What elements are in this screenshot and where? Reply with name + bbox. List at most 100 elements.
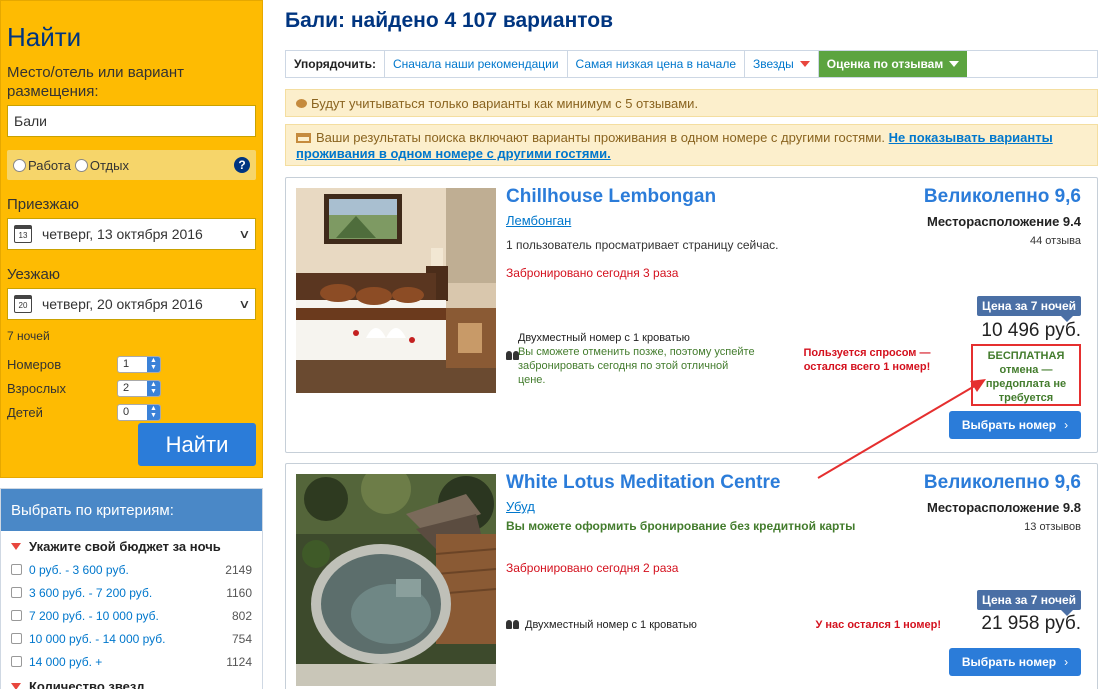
budget-option[interactable]: 0 руб. - 3 600 руб. 2149	[1, 558, 262, 581]
chevron-down-icon: ∨	[238, 297, 251, 311]
min-reviews-text: Будут учитываться только варианты как ми…	[311, 95, 699, 111]
shared-room-notice: Ваши результаты поиска включают варианты…	[285, 124, 1098, 166]
chevron-down-icon: ∨	[238, 227, 251, 241]
hotel-name-link[interactable]: Chillhouse Lembongan	[506, 186, 716, 208]
children-select[interactable]: 0 ▲ ▼	[117, 403, 161, 421]
destination-label: Место/отель или вариант размещения:	[7, 64, 185, 100]
speech-bubble-icon	[296, 98, 307, 108]
two-people-icon	[506, 620, 520, 630]
search-panel: Найти Место/отель или вариант размещения…	[0, 0, 263, 478]
checkbox[interactable]	[11, 587, 22, 598]
stepper-arrows-icon: ▲ ▼	[147, 356, 160, 372]
purpose-row: Работа Отдых ?	[7, 150, 256, 180]
checkbox[interactable]	[11, 610, 22, 621]
budget-option[interactable]: 3 600 руб. - 7 200 руб. 1160	[1, 581, 262, 604]
checkout-label: Уезжаю	[7, 266, 61, 283]
location-score: Месторасположение 9.4	[926, 214, 1081, 229]
sort-review-score-tab[interactable]: Оценка по отзывам	[818, 51, 968, 77]
sort-stars-tab[interactable]: Звезды	[745, 51, 819, 77]
checkout-date-picker[interactable]: 20 четверг, 20 октября 2016 ∨	[7, 288, 256, 320]
select-room-label: Выбрать номер	[961, 418, 1057, 432]
last-room-text: У нас остался 1 номер!	[815, 619, 942, 631]
reviews-count[interactable]: 13 отзывов	[1024, 521, 1081, 533]
purpose-work-label: Работа	[28, 157, 71, 173]
booked-today-text: Забронировано сегодня 3 раза	[506, 266, 679, 280]
rooms-select[interactable]: 1 ▲ ▼	[117, 355, 161, 373]
review-score-link[interactable]: Великолепно 9,6	[924, 186, 1081, 208]
room-type[interactable]: Двухместный номер с 1 кроватью	[525, 618, 697, 632]
search-title: Найти	[7, 22, 82, 52]
bed-icon	[296, 133, 311, 143]
adults-select[interactable]: 2 ▲ ▼	[117, 379, 161, 397]
stars-filter-label: Количество звезд	[29, 679, 145, 689]
budget-option[interactable]: 7 200 руб. - 10 000 руб. 802	[1, 604, 262, 627]
min-reviews-notice: Будут учитываться только варианты как ми…	[285, 89, 1098, 117]
stepper-arrows-icon: ▲ ▼	[147, 380, 160, 396]
select-room-button[interactable]: Выбрать номер ›	[949, 411, 1081, 439]
select-room-button[interactable]: Выбрать номер ›	[949, 648, 1081, 676]
sort-review-score-label: Оценка по отзывам	[826, 57, 944, 71]
hotel-photo[interactable]	[296, 474, 496, 686]
room-cancel-note: Вы сможете отменить позже, поэтому успей…	[517, 346, 755, 386]
price-period-badge: Цена за 7 ночей	[977, 590, 1081, 616]
hotel-name-link[interactable]: White Lotus Meditation Centre	[506, 472, 780, 494]
budget-filter-title[interactable]: Укажите свой бюджет за ночь	[11, 539, 262, 554]
destination-input[interactable]: Бали	[7, 105, 256, 137]
adults-row: Взрослых 2 ▲ ▼	[7, 379, 262, 397]
reviews-count[interactable]: 44 отзыва	[1030, 235, 1081, 247]
price-period-badge: Цена за 7 ночей	[977, 296, 1081, 322]
triangle-down-icon	[11, 683, 21, 689]
budget-option-label: 0 руб. - 3 600 руб.	[29, 562, 129, 577]
checkbox[interactable]	[11, 564, 22, 575]
calendar-icon: 20	[14, 295, 32, 313]
purpose-leisure-radio[interactable]	[74, 158, 88, 172]
sort-stars-label: Звезды	[753, 57, 794, 71]
room-type[interactable]: Двухместный номер с 1 кроватью	[518, 331, 756, 345]
shared-room-text: Ваши результаты поиска включают варианты…	[316, 130, 886, 145]
sort-lowest-price-tab[interactable]: Самая низкая цена в начале	[568, 51, 746, 77]
budget-option-count: 754	[231, 631, 252, 646]
hotel-city-link[interactable]: Убуд	[506, 499, 535, 514]
purpose-work-radio[interactable]	[13, 158, 26, 172]
hotel-city-link[interactable]: Лембонган	[506, 213, 571, 228]
checkout-date-value: четверг, 20 октября 2016	[42, 296, 203, 312]
children-row: Детей 0 ▲ ▼	[7, 403, 262, 421]
hotel-price: 10 496 руб.	[981, 320, 1081, 341]
checkin-label: Приезжаю	[7, 196, 80, 213]
children-value: 0	[123, 406, 130, 418]
hotel-photo[interactable]	[296, 188, 496, 393]
hotel-card: White Lotus Meditation Centre Убуд Вы мо…	[285, 463, 1098, 689]
sort-bar: Упорядочить: Сначала наши рекомендации С…	[285, 50, 1098, 78]
high-demand-text: Пользуется спросом — остался всего 1 ном…	[803, 347, 931, 373]
chevron-right-icon: ›	[1064, 418, 1069, 432]
checkbox[interactable]	[11, 633, 22, 644]
budget-option-label: 10 000 руб. - 14 000 руб.	[29, 631, 166, 646]
budget-option[interactable]: 10 000 руб. - 14 000 руб. 754	[1, 627, 262, 650]
search-button[interactable]: Найти	[138, 423, 256, 466]
review-score-link[interactable]: Великолепно 9,6	[924, 472, 1081, 494]
checkin-date-picker[interactable]: 13 четверг, 13 октября 2016 ∨	[7, 218, 256, 250]
budget-option-count: 1124	[226, 654, 252, 669]
hotel-photo-bedroom	[296, 188, 496, 393]
help-icon[interactable]: ?	[234, 157, 250, 173]
rooms-label: Номеров	[7, 356, 62, 372]
free-cancellation-highlight: БЕСПЛАТНАЯ отмена — предоплата не требуе…	[971, 344, 1081, 406]
purpose-work-option[interactable]: Работа	[13, 158, 71, 173]
budget-option-count: 802	[231, 608, 252, 623]
stars-filter-title[interactable]: Количество звезд	[11, 679, 262, 689]
budget-option-label: 3 600 руб. - 7 200 руб.	[29, 585, 153, 600]
chevron-right-icon: ›	[1064, 655, 1069, 669]
sort-recommended-tab[interactable]: Сначала наши рекомендации	[385, 51, 568, 77]
two-people-icon	[506, 351, 519, 361]
checkbox[interactable]	[11, 656, 22, 667]
purpose-leisure-label: Отдых	[89, 157, 129, 173]
no-credit-card-text: Вы можете оформить бронирование без кред…	[506, 519, 856, 533]
purpose-leisure-option[interactable]: Отдых	[74, 157, 129, 173]
rooms-value: 1	[123, 358, 130, 370]
booked-today-text: Забронировано сегодня 2 раза	[506, 561, 679, 575]
budget-option-label: 14 000 руб. +	[29, 654, 103, 669]
filters-panel: Выбрать по критериям: Укажите свой бюдже…	[0, 488, 263, 689]
room-info: Двухместный номер с 1 кроватью	[506, 618, 697, 632]
budget-option[interactable]: 14 000 руб. + 1124	[1, 650, 262, 673]
sort-label: Упорядочить:	[286, 51, 386, 77]
